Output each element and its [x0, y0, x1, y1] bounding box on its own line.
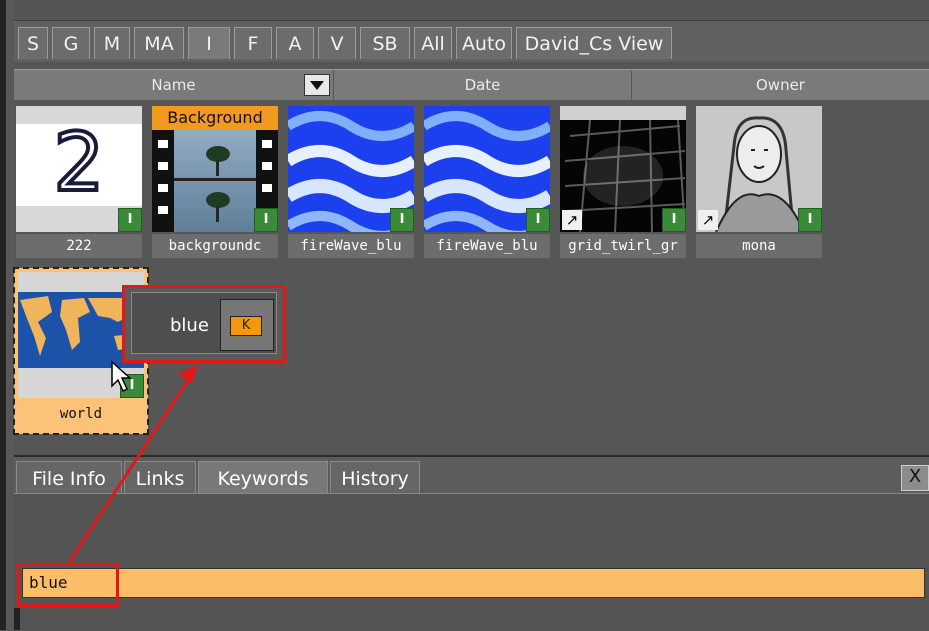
image-type-badge: I	[254, 208, 278, 232]
column-header: Name Date Owner	[14, 69, 929, 101]
window-edge-inner	[6, 0, 14, 630]
asset-thumbnail: I	[424, 106, 550, 232]
tab-keywords[interactable]: Keywords	[198, 461, 328, 495]
keyword-list-row[interactable]: blue	[22, 568, 925, 598]
thumbnail-number: 2	[52, 116, 107, 209]
shortcut-icon: ↗	[698, 210, 718, 230]
filter-tab-f[interactable]: F	[234, 27, 272, 59]
filter-tab-m[interactable]: M	[94, 27, 130, 59]
image-type-badge: I	[798, 208, 822, 232]
image-type-badge: I	[526, 208, 550, 232]
asset-thumbnail: ↗ I	[696, 106, 822, 232]
panel-edge	[14, 608, 20, 630]
keyword-tooltip-panel: blue K	[131, 292, 277, 354]
background-tag: Background	[152, 106, 278, 130]
tab-file-info[interactable]: File Info	[16, 461, 122, 495]
asset-thumbnail: I	[288, 106, 414, 232]
filter-tab-david-cs-view[interactable]: David_Cs View	[516, 27, 672, 59]
asset-item-222[interactable]: 2 I 222	[14, 100, 144, 262]
filter-tab-sb[interactable]: SB	[360, 27, 410, 59]
filter-tab-g[interactable]: G	[52, 27, 90, 59]
asset-thumbnail: ↗ I	[560, 106, 686, 232]
asset-grid: 2 I 222 Background I backgroundc I fireW…	[13, 100, 929, 442]
asset-label: mona	[696, 234, 822, 258]
filter-tab-a[interactable]: A	[276, 27, 314, 59]
image-type-badge: I	[390, 208, 414, 232]
filter-tab-ma[interactable]: MA	[134, 27, 184, 59]
keyword-tooltip-word: blue	[170, 315, 209, 336]
chevron-down-icon	[310, 81, 324, 90]
asset-browser-window: S G M MA I F A V SB All Auto David_Cs Vi…	[0, 0, 929, 631]
asset-label: backgroundc	[152, 234, 278, 258]
asset-item-grid-twirl[interactable]: ↗ I grid_twirl_gr	[558, 100, 688, 262]
column-name[interactable]: Name	[14, 70, 334, 100]
filter-tab-s[interactable]: S	[18, 27, 48, 59]
image-type-badge: I	[118, 208, 142, 232]
tab-links[interactable]: Links	[124, 461, 196, 495]
keyword-k-icon: K	[230, 316, 262, 336]
filter-tab-bar: S G M MA I F A V SB All Auto David_Cs Vi…	[14, 20, 929, 62]
tab-history[interactable]: History	[330, 461, 420, 495]
keyword-highlight-box	[17, 563, 119, 607]
asset-label: fireWave_blu	[424, 234, 550, 258]
column-date[interactable]: Date	[334, 70, 632, 100]
keywords-panel: blue	[14, 493, 929, 631]
asset-thumbnail: 2 I	[16, 106, 142, 232]
mouse-cursor-icon	[111, 360, 132, 393]
asset-thumbnail: Background I	[152, 106, 278, 232]
asset-item-backgroundc[interactable]: Background I backgroundc	[150, 100, 280, 262]
asset-label: 222	[16, 234, 142, 258]
asset-label: fireWave_blu	[288, 234, 414, 258]
asset-item-firewave-2[interactable]: I fireWave_blu	[422, 100, 552, 262]
shortcut-icon: ↗	[562, 210, 582, 230]
asset-item-mona[interactable]: ↗ I mona	[694, 100, 824, 262]
close-icon[interactable]: X	[901, 465, 929, 491]
column-owner[interactable]: Owner	[632, 70, 929, 100]
filter-tab-all[interactable]: All	[414, 27, 452, 59]
filter-tab-i[interactable]: I	[188, 27, 230, 59]
filter-tab-v[interactable]: V	[318, 27, 356, 59]
keyword-drag-tooltip: blue K	[122, 285, 286, 363]
asset-label: world	[18, 402, 144, 426]
filter-tab-auto[interactable]: Auto	[456, 27, 512, 59]
asset-label: grid_twirl_gr	[560, 234, 686, 258]
sort-dropdown-button[interactable]	[304, 74, 330, 96]
asset-item-firewave-1[interactable]: I fireWave_blu	[286, 100, 416, 262]
info-tab-bar: File Info Links Keywords History X	[14, 455, 929, 495]
keyword-icon-box: K	[220, 299, 274, 351]
image-type-badge: I	[662, 208, 686, 232]
